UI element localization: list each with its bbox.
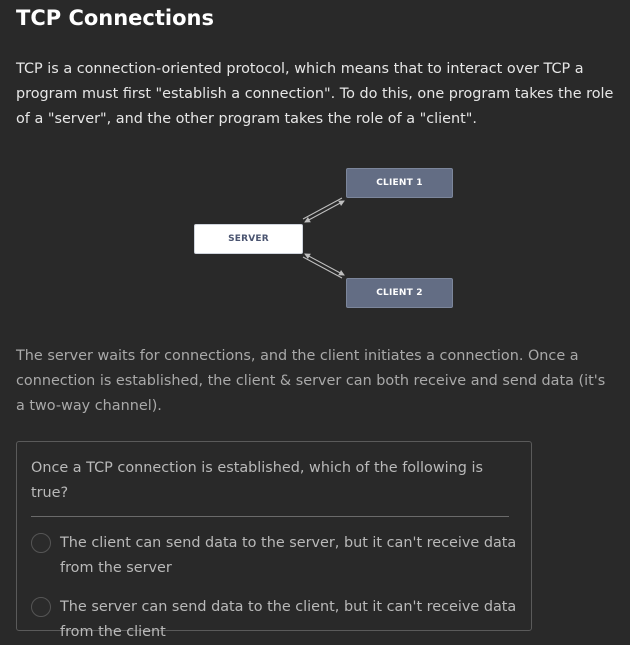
server-node: SERVER — [194, 224, 303, 254]
client-1-node: CLIENT 1 — [346, 168, 453, 198]
radio-button[interactable] — [31, 533, 51, 553]
client-2-node: CLIENT 2 — [346, 278, 453, 308]
radio-button[interactable] — [31, 597, 51, 617]
divider — [31, 516, 509, 517]
arrow-server-client2 — [302, 253, 345, 279]
arrow-server-client1 — [302, 197, 345, 223]
quiz-card: Once a TCP connection is established, wh… — [16, 441, 532, 640]
explanation-paragraph: The server waits for connections, and th… — [16, 348, 606, 414]
quiz-question: Once a TCP connection is established, wh… — [31, 460, 483, 501]
option-label: The server can send data to the client, … — [60, 599, 517, 640]
option-label: The client can send data to the server, … — [60, 535, 517, 576]
